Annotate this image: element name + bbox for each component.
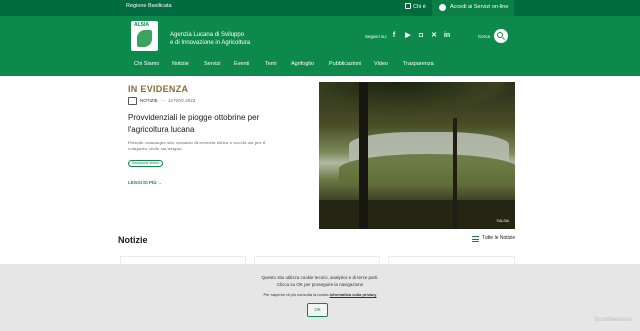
nav-agrifoglio[interactable]: Agrifoglio <box>291 61 314 67</box>
scanmalware-watermark: ScanMalware <box>593 317 632 323</box>
access-services-button[interactable]: Accedi ai Servizi on-line <box>432 0 514 16</box>
nav-chi-siamo[interactable]: Chi Siamo <box>134 61 159 67</box>
featured-date: 12 NOV 2023 <box>168 98 196 103</box>
cookie-ok-button[interactable]: OK <box>307 303 328 317</box>
agency-name[interactable]: Agenzia Lucana di Sviluppo e di Innovazi… <box>170 31 250 47</box>
chi-e-link[interactable]: Chi è <box>405 3 426 10</box>
featured-category[interactable]: NOTIZIE <box>140 98 158 103</box>
access-services-label: Accedi ai Servizi on-line <box>450 4 509 10</box>
chi-e-label: Chi è <box>413 4 426 10</box>
search-button[interactable] <box>494 29 508 43</box>
main-nav: Chi Siamo Notizie Servizi Eventi Temi Ag… <box>0 60 640 70</box>
featured-tag[interactable]: Situazione Meteo <box>128 160 164 167</box>
all-news-label: Tutte le Notizie <box>482 235 516 241</box>
featured-section-title: IN EVIDENZA <box>128 84 189 94</box>
linkedin-icon[interactable]: in <box>443 32 451 40</box>
nav-notizie[interactable]: Notizie <box>172 61 189 67</box>
nav-eventi[interactable]: Eventi <box>234 61 249 67</box>
privacy-policy-link[interactable]: informativa sulla privacy <box>330 292 377 297</box>
follow-label: Seguici su: <box>365 34 388 39</box>
agency-line-2: e di Innovazione in Agricoltura <box>170 40 251 46</box>
cookie-banner: Questo sito utilizza cookie tecnici, ana… <box>0 264 640 331</box>
site-header: ALSIA Agenzia Lucana di Sviluppo e di In… <box>0 16 640 76</box>
instagram-icon[interactable]: ◘ <box>417 32 425 40</box>
region-link[interactable]: Regione Basilicata <box>126 3 172 9</box>
leaf-icon <box>137 30 152 47</box>
nav-pubblicazioni[interactable]: Pubblicazioni <box>329 61 361 67</box>
cookie-line-2: Clicca su OK per proseguire la navigazio… <box>276 282 364 287</box>
logo-text: ALSIA <box>134 22 149 28</box>
featured-image[interactable]: ©ALSIA <box>319 82 515 229</box>
user-icon <box>439 4 446 11</box>
agency-line-1: Agenzia Lucana di Sviluppo <box>170 32 245 38</box>
alsia-logo[interactable]: ALSIA <box>131 21 158 51</box>
nav-temi[interactable]: Temi <box>265 61 277 67</box>
read-more-link[interactable]: LEGGI DI PIÙ → <box>128 180 162 185</box>
cookie-info: Per saperne di più consulta la nostra in… <box>0 292 640 297</box>
image-credit: ©ALSIA <box>496 219 509 223</box>
x-icon[interactable]: ✕ <box>430 32 438 40</box>
news-section-title: Notizie <box>118 235 148 245</box>
nav-trasparenza[interactable]: Trasparenza <box>403 61 434 67</box>
phone-icon <box>405 3 411 9</box>
youtube-icon[interactable]: ▶ <box>404 32 412 40</box>
cookie-line-1: Questo sito utilizza cookie tecnici, ana… <box>261 275 379 280</box>
nav-servizi[interactable]: Servizi <box>204 61 221 67</box>
read-more-label: LEGGI DI PIÙ <box>128 180 157 185</box>
featured-summary: Periodo comunque sito scenario di severi… <box>128 140 266 151</box>
cookie-message: Questo sito utilizza cookie tecnici, ana… <box>0 274 640 288</box>
top-bar: Regione Basilicata Chi è Accedi ai Servi… <box>0 0 640 16</box>
nav-video[interactable]: Video <box>374 61 388 67</box>
search-label: Cerca <box>478 34 491 39</box>
facebook-icon[interactable]: f <box>390 32 398 40</box>
cookie-info-prefix: Per saperne di più consulta la nostra <box>263 292 329 297</box>
featured-headline[interactable]: Provvidenziali le piogge ottobrine per l… <box>128 112 288 136</box>
arrow-right-icon: → <box>157 180 163 185</box>
list-icon <box>472 236 479 242</box>
calendar-icon <box>128 97 137 105</box>
